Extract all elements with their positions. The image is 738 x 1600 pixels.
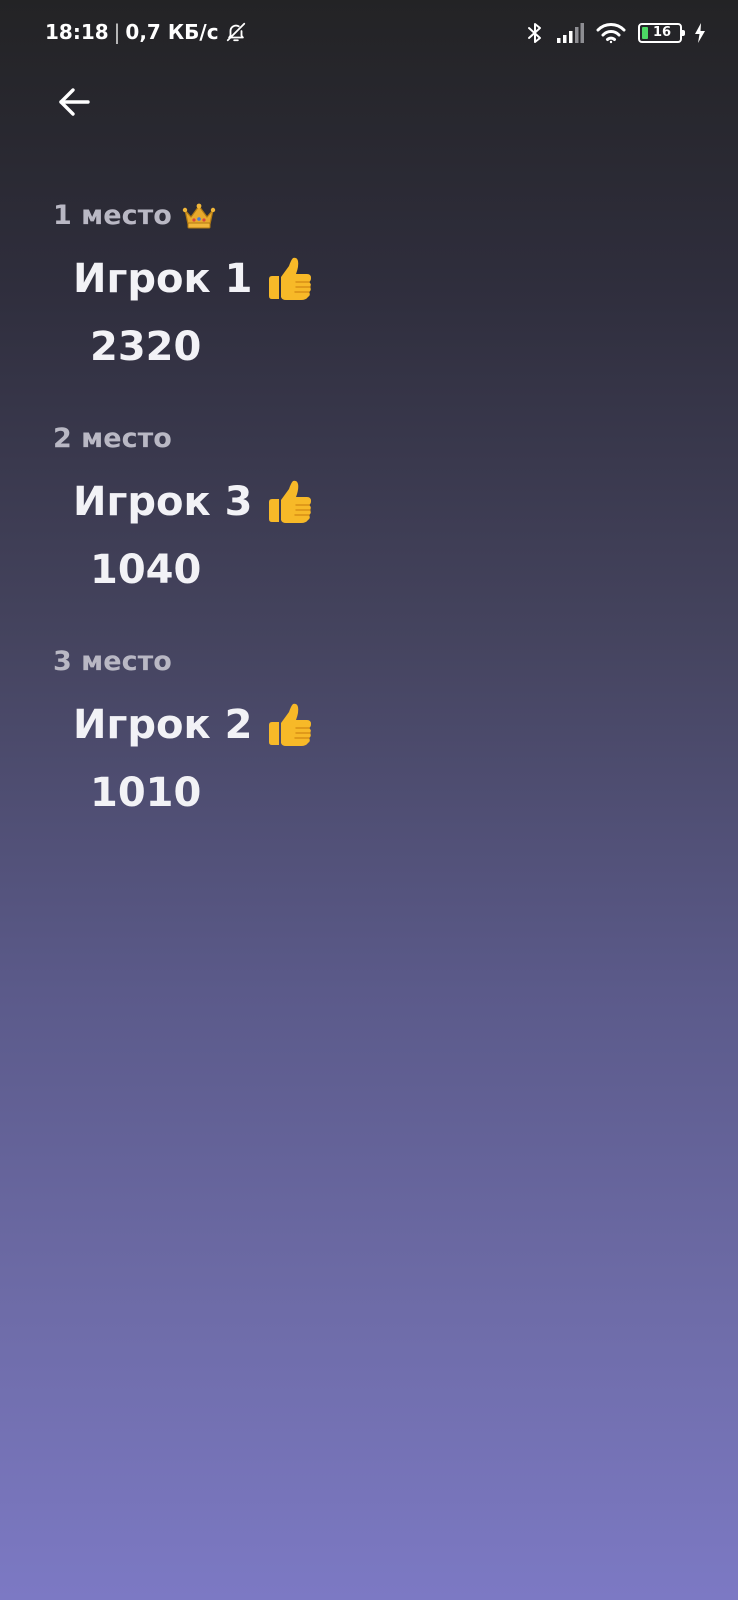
status-separator: | bbox=[113, 20, 121, 44]
player-name: Игрок 2 bbox=[73, 700, 314, 750]
place-text: 2 место bbox=[53, 423, 172, 454]
leaderboard-entry-3: 3 место Игрок 2 1010 bbox=[0, 646, 738, 869]
place-text: 1 место bbox=[53, 200, 172, 231]
charging-icon bbox=[695, 23, 705, 43]
player-name-text: Игрок 1 bbox=[73, 256, 253, 302]
status-bar: 18:18 | 0,7 КБ/с 16 bbox=[0, 0, 738, 66]
signal-icon bbox=[557, 23, 584, 43]
place-label: 3 место bbox=[53, 646, 172, 677]
status-right: 16 bbox=[526, 21, 706, 45]
place-text: 3 место bbox=[53, 646, 172, 677]
player-name: Игрок 1 bbox=[73, 254, 314, 304]
status-time: 18:18 bbox=[45, 20, 109, 44]
leaderboard-screen: 18:18 | 0,7 КБ/с 16 1 место Игрок 1 2320… bbox=[0, 0, 738, 1600]
player-score: 1040 bbox=[90, 547, 202, 593]
status-network-speed: 0,7 КБ/с bbox=[125, 20, 219, 44]
place-label: 1 место bbox=[53, 200, 216, 231]
arrow-left-icon bbox=[59, 88, 90, 116]
leaderboard-entry-2: 2 место Игрок 3 1040 bbox=[0, 423, 738, 646]
leaderboard-entry-1: 1 место Игрок 1 2320 bbox=[0, 200, 738, 423]
player-name-text: Игрок 2 bbox=[73, 702, 253, 748]
place-label: 2 место bbox=[53, 423, 172, 454]
status-left: 18:18 | 0,7 КБ/с bbox=[45, 20, 247, 44]
battery-nub bbox=[682, 30, 685, 36]
back-button[interactable] bbox=[52, 80, 96, 124]
bell-off-icon bbox=[226, 22, 245, 42]
thumbs-up-icon bbox=[269, 703, 312, 746]
thumbs-up-icon bbox=[269, 257, 312, 300]
player-name: Игрок 3 bbox=[73, 477, 314, 527]
player-score: 2320 bbox=[90, 324, 202, 370]
leaderboard-list: 1 место Игрок 1 2320 2 место Игрок 3 104… bbox=[0, 200, 738, 869]
battery-level: 16 bbox=[652, 25, 672, 40]
battery-icon: 16 bbox=[638, 23, 685, 43]
player-name-text: Игрок 3 bbox=[73, 479, 253, 525]
player-score: 1010 bbox=[90, 770, 202, 816]
thumbs-up-icon bbox=[269, 480, 312, 523]
crown-icon bbox=[182, 203, 215, 228]
wifi-icon bbox=[596, 23, 626, 44]
bluetooth-icon bbox=[528, 23, 541, 43]
